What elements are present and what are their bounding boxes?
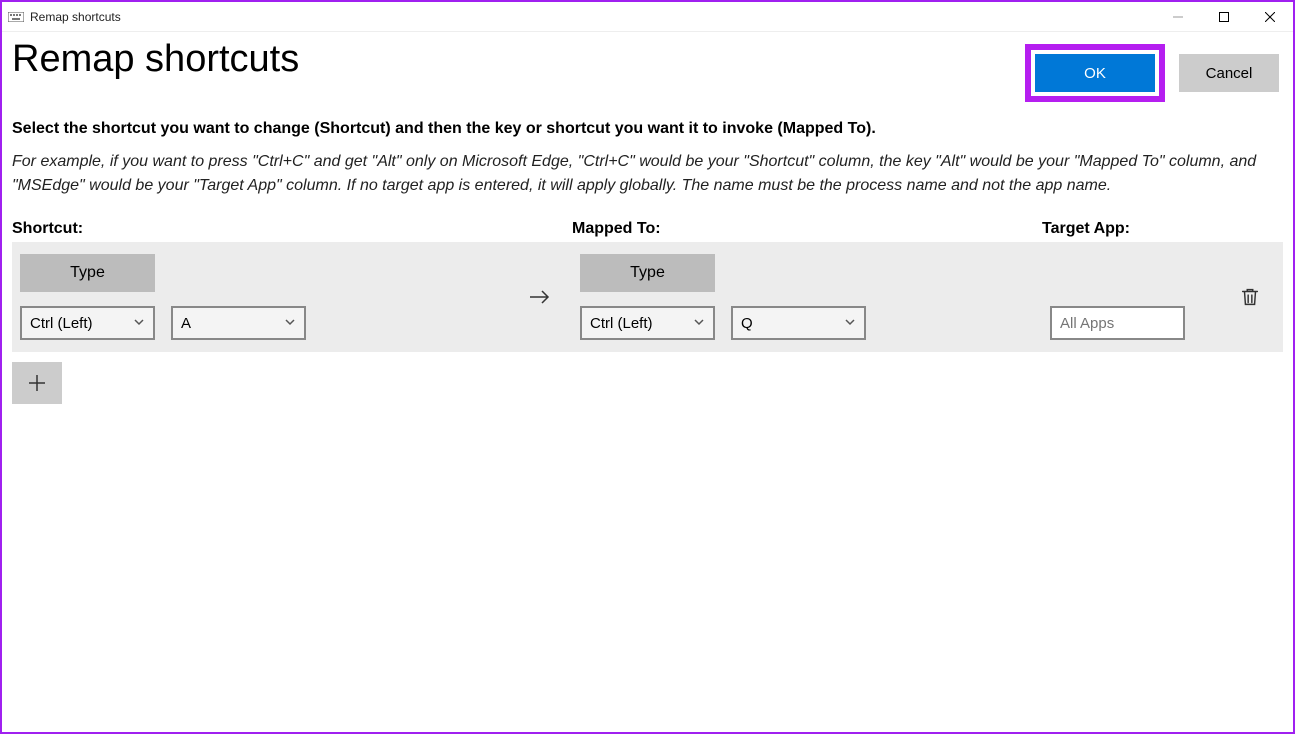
delete-row-button[interactable]: [1235, 282, 1265, 312]
target-app-input[interactable]: [1050, 306, 1185, 340]
mapping-row: Type Ctrl (Left) A: [12, 242, 1283, 352]
mapped-type-button[interactable]: Type: [580, 254, 715, 292]
chevron-down-icon: [844, 315, 856, 332]
mapped-key1-value: Ctrl (Left): [590, 315, 653, 332]
col-header-target: Target App:: [1042, 220, 1283, 238]
shortcut-type-button[interactable]: Type: [20, 254, 155, 292]
mapped-key2-select[interactable]: Q: [731, 306, 866, 340]
keyboard-icon: [8, 9, 24, 25]
header-row: Remap shortcuts OK Cancel: [12, 38, 1283, 102]
page-title: Remap shortcuts: [12, 38, 299, 81]
instructions-main: Select the shortcut you want to change (…: [12, 120, 1283, 138]
shortcut-key1-value: Ctrl (Left): [30, 315, 93, 332]
add-row-button[interactable]: [12, 362, 62, 404]
maximize-button[interactable]: [1201, 2, 1247, 32]
mapped-key1-select[interactable]: Ctrl (Left): [580, 306, 715, 340]
ok-button[interactable]: OK: [1035, 54, 1155, 92]
target-cell: [1050, 254, 1275, 340]
mapped-key2-value: Q: [741, 315, 753, 332]
action-buttons: OK Cancel: [1025, 44, 1279, 102]
col-header-mapped: Mapped To:: [572, 220, 1042, 238]
cancel-button[interactable]: Cancel: [1179, 54, 1279, 92]
shortcut-key1-select[interactable]: Ctrl (Left): [20, 306, 155, 340]
shortcut-cell: Type Ctrl (Left) A: [20, 254, 500, 340]
window-frame: Remap shortcuts Remap shortcuts OK Cance…: [0, 0, 1295, 734]
mapped-cell: Type Ctrl (Left) Q: [580, 254, 1050, 340]
arrow-icon: [500, 284, 580, 310]
chevron-down-icon: [133, 315, 145, 332]
plus-icon: [27, 373, 47, 393]
close-button[interactable]: [1247, 2, 1293, 32]
ok-highlight: OK: [1025, 44, 1165, 102]
instructions-example: For example, if you want to press "Ctrl+…: [12, 150, 1283, 198]
chevron-down-icon: [693, 315, 705, 332]
column-headers: Shortcut: Mapped To: Target App:: [12, 220, 1283, 238]
titlebar: Remap shortcuts: [2, 2, 1293, 32]
content-area: Remap shortcuts OK Cancel Select the sho…: [2, 32, 1293, 732]
window-title: Remap shortcuts: [30, 10, 121, 24]
chevron-down-icon: [284, 315, 296, 332]
trash-icon: [1239, 286, 1261, 308]
minimize-button[interactable]: [1155, 2, 1201, 32]
col-header-shortcut: Shortcut:: [12, 220, 492, 238]
shortcut-key2-select[interactable]: A: [171, 306, 306, 340]
shortcut-key2-value: A: [181, 315, 191, 332]
instructions: Select the shortcut you want to change (…: [12, 120, 1283, 198]
